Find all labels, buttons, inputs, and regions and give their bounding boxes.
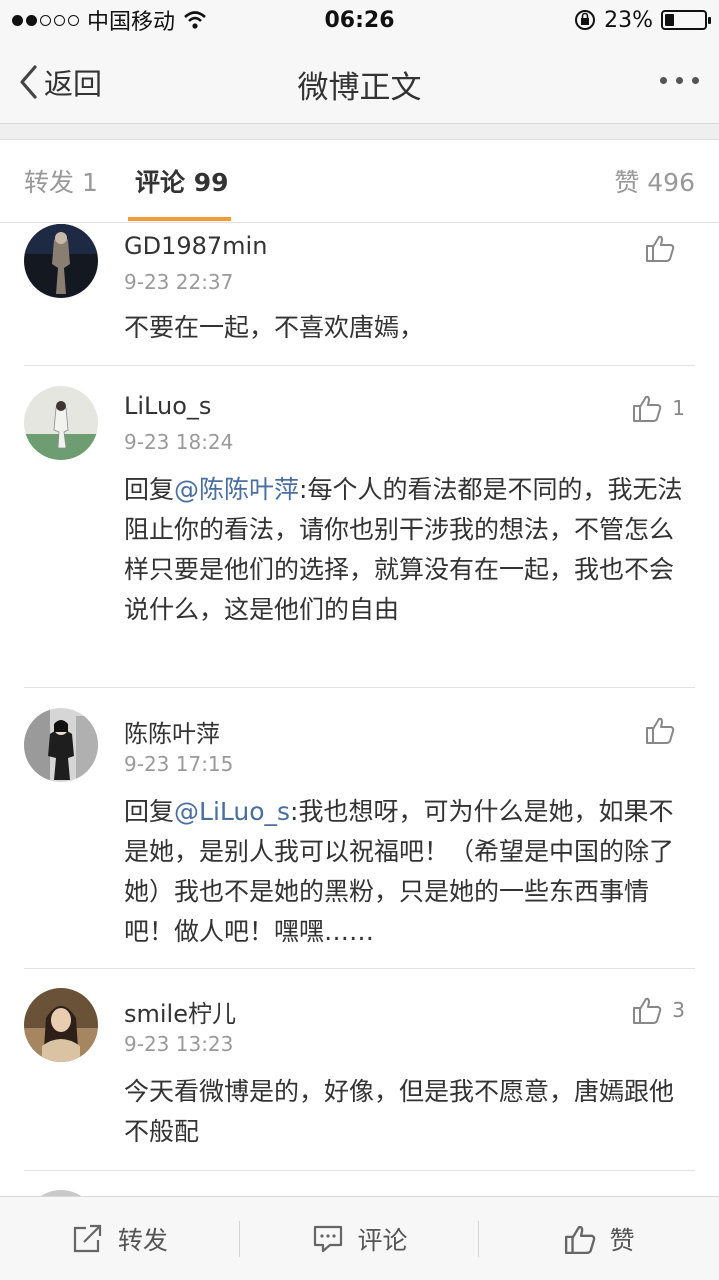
- comment-text: 回复@陈陈叶萍:每个人的看法都是不同的，我无法阻止你的看法，请你也别干涉我的想法…: [124, 470, 684, 630]
- avatar[interactable]: [24, 708, 98, 782]
- rotation-lock-icon: [575, 10, 596, 30]
- comment-divider: [24, 687, 695, 688]
- mention-link[interactable]: @LiLuo_s: [174, 797, 290, 826]
- comment-like-button[interactable]: [645, 234, 685, 262]
- comment-time: 9-23 22:37: [124, 270, 234, 294]
- comment-like-button[interactable]: 3: [632, 996, 685, 1024]
- thumbs-up-icon: [646, 235, 675, 262]
- comment-time: 9-23 13:23: [124, 1032, 234, 1056]
- thumbs-up-icon: [633, 997, 662, 1024]
- avatar[interactable]: [24, 224, 98, 298]
- comment-label: 评论: [357, 1225, 408, 1255]
- avatar[interactable]: [24, 386, 98, 460]
- comment-body: 今天看微博是的，好像，但是我不愿意，唐嫣跟他不般配: [124, 1077, 675, 1146]
- comment-icon: [313, 1225, 342, 1252]
- more-dot-icon: [676, 76, 683, 84]
- mention-link[interactable]: @陈陈叶萍: [174, 475, 299, 504]
- signal-strength-icon: [12, 14, 79, 26]
- comment-body: 不要在一起，不喜欢唐嫣，: [124, 313, 425, 342]
- status-bar: 中国移动 06:26 23%: [0, 0, 719, 40]
- battery-fill: [665, 14, 674, 26]
- avatar[interactable]: [24, 988, 98, 1062]
- battery-icon: [661, 10, 711, 30]
- more-options-button[interactable]: [660, 70, 699, 90]
- like-count: 1: [672, 396, 685, 420]
- section-gap: [0, 124, 719, 140]
- status-right: 23%: [574, 7, 711, 33]
- tab-like[interactable]: 赞 496: [614, 163, 695, 199]
- page-title: 微博正文: [297, 70, 422, 106]
- comment-text: 回复@LiLuo_s:我也想呀，可为什么是她，如果不是她，是别人我可以祝福吧！（…: [124, 792, 684, 952]
- status-left: 中国移动: [12, 4, 207, 36]
- reply-prefix: 回复: [124, 797, 175, 826]
- comment-author[interactable]: GD1987min: [124, 232, 267, 260]
- repost-label: 转发: [117, 1225, 168, 1255]
- like-count: 3: [672, 998, 685, 1022]
- comment-like-button[interactable]: 1: [632, 394, 685, 422]
- bottom-toolbar: 转发 评论 赞: [0, 1196, 719, 1280]
- comment-button[interactable]: 评论: [240, 1197, 480, 1280]
- carrier-label: 中国移动: [87, 10, 176, 35]
- repost-button[interactable]: 转发: [0, 1197, 240, 1280]
- thumbs-up-icon: [646, 717, 675, 744]
- battery-percent: 23%: [604, 7, 653, 33]
- comment-text: 不要在一起，不喜欢唐嫣，: [124, 308, 684, 348]
- more-dot-icon: [692, 76, 699, 84]
- comment-divider: [24, 968, 695, 969]
- comment-author[interactable]: LiLuo_s: [124, 392, 211, 420]
- comment-text: 今天看微博是的，好像，但是我不愿意，唐嫣跟他不般配: [124, 1072, 684, 1152]
- tab-repost[interactable]: 转发 1: [24, 163, 98, 199]
- comment-list: GD1987min 9-23 22:37 不要在一起，不喜欢唐嫣， LiLuo_…: [0, 224, 719, 1196]
- wifi-icon: [184, 11, 206, 29]
- like-button[interactable]: 赞: [479, 1197, 719, 1280]
- reply-prefix: 回复: [124, 475, 175, 504]
- comment-author[interactable]: 陈陈叶萍: [124, 714, 220, 749]
- comment-time: 9-23 17:15: [124, 752, 234, 776]
- comment-divider: [24, 1170, 695, 1171]
- comment-divider: [24, 365, 695, 366]
- share-icon: [73, 1224, 101, 1252]
- comment-time: 9-23 18:24: [124, 430, 234, 454]
- comment-like-button[interactable]: [645, 716, 685, 744]
- tab-bar: 转发 1 评论 99 赞 496: [0, 141, 719, 223]
- nav-bar: 返回 微博正文: [0, 40, 719, 124]
- more-dot-icon: [660, 76, 667, 84]
- thumbs-up-icon: [633, 395, 662, 422]
- comment-author[interactable]: smile柠儿: [124, 994, 236, 1029]
- thumbs-up-icon: [564, 1225, 595, 1254]
- tab-comment[interactable]: 评论 99: [135, 163, 229, 199]
- like-label: 赞: [609, 1225, 635, 1255]
- tab-active-indicator: [128, 217, 231, 221]
